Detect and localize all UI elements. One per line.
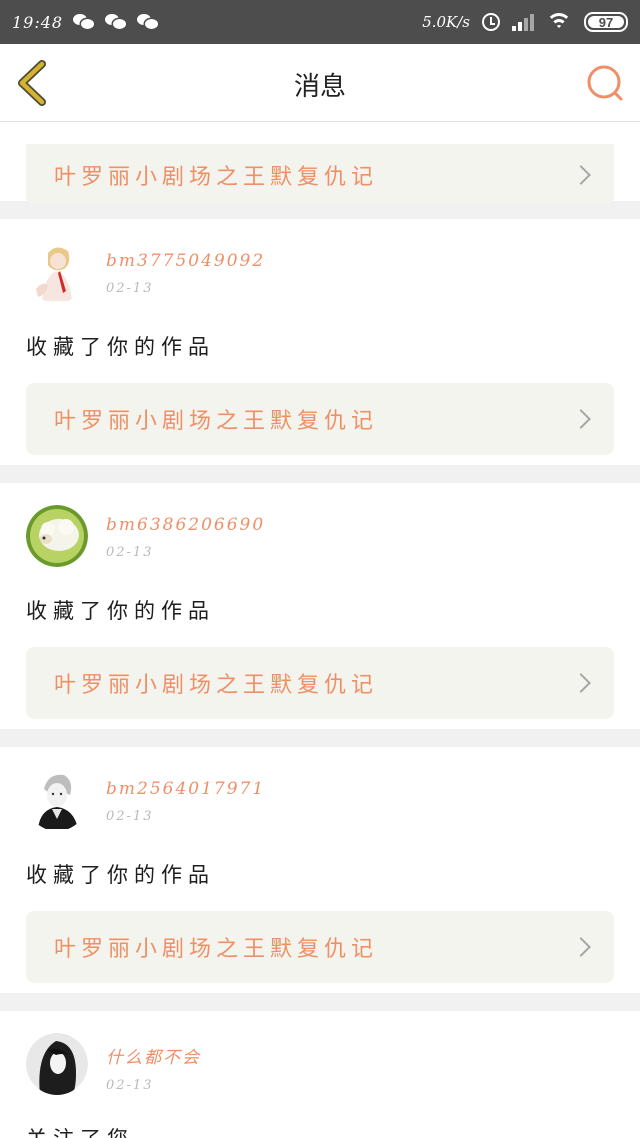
message-list: 叶罗丽小剧场之王默复仇记 bm3775049092 02-13 收藏了你的作品 — [0, 122, 640, 1138]
date: 02-13 — [106, 1078, 154, 1093]
status-right: 5.0K/s 97 — [422, 12, 628, 32]
work-title: 叶罗丽小剧场之王默复仇记 — [54, 164, 379, 190]
user-row: bm6386206690 02-13 — [26, 505, 614, 573]
signal-icon — [512, 13, 534, 31]
net-speed: 5.0K/s — [422, 13, 470, 31]
avatar[interactable] — [26, 505, 88, 567]
battery-level: 97 — [598, 14, 614, 30]
avatar[interactable] — [26, 241, 88, 303]
wifi-icon — [546, 13, 572, 31]
action-text: 收藏了你的作品 — [26, 863, 215, 887]
chevron-right-icon — [571, 673, 591, 693]
date: 02-13 — [106, 545, 154, 560]
work-title: 叶罗丽小剧场之王默复仇记 — [54, 673, 379, 698]
chevron-right-icon — [571, 409, 591, 429]
avatar[interactable] — [26, 1033, 88, 1095]
battery-icon: 97 — [584, 12, 628, 32]
header-bar: 消息 — [0, 44, 640, 122]
work-link[interactable]: 叶罗丽小剧场之王默复仇记 — [26, 911, 614, 983]
user-meta: bm3775049092 02-13 — [106, 241, 265, 296]
status-bar: 19:48 5.0K/s 97 — [0, 0, 640, 44]
chevron-right-icon — [571, 937, 591, 957]
user-meta: 什么都不会 02-13 — [106, 1033, 201, 1093]
action-text: 关注了您 — [26, 1123, 614, 1138]
alarm-icon — [482, 13, 500, 31]
search-icon — [587, 65, 623, 101]
work-link[interactable]: 叶罗丽小剧场之王默复仇记 — [26, 383, 614, 455]
user-row: 什么都不会 02-13 — [26, 1033, 614, 1101]
wechat-icon — [73, 13, 95, 31]
date: 02-13 — [106, 809, 154, 824]
message-card: bm2564017971 02-13 收藏了你的作品 叶罗丽小剧场之王默复仇记 — [0, 747, 640, 993]
action-text: 收藏了你的作品 — [26, 599, 215, 623]
search-button[interactable] — [586, 64, 624, 102]
work-link[interactable]: 叶罗丽小剧场之王默复仇记 — [26, 647, 614, 719]
user-meta: bm2564017971 02-13 — [106, 769, 265, 824]
avatar[interactable] — [26, 769, 88, 831]
username[interactable]: bm6386206690 — [106, 515, 265, 535]
wechat-icon — [105, 13, 127, 31]
date: 02-13 — [106, 281, 154, 296]
message-card: bm3775049092 02-13 收藏了你的作品 叶罗丽小剧场之王默复仇记 — [0, 219, 640, 465]
username[interactable]: 什么都不会 — [106, 1043, 201, 1068]
action-text: 收藏了你的作品 — [26, 335, 215, 359]
username[interactable]: bm3775049092 — [106, 251, 265, 271]
work-title: 叶罗丽小剧场之王默复仇记 — [54, 409, 379, 434]
user-row: bm3775049092 02-13 — [26, 241, 614, 309]
message-card: 什么都不会 02-13 关注了您 — [0, 1011, 640, 1138]
page-title: 消息 — [293, 72, 346, 102]
chevron-right-icon — [571, 164, 591, 185]
user-row: bm2564017971 02-13 — [26, 769, 614, 837]
work-title: 叶罗丽小剧场之王默复仇记 — [54, 937, 379, 962]
message-card: 叶罗丽小剧场之王默复仇记 — [0, 122, 640, 205]
username[interactable]: bm2564017971 — [106, 779, 265, 799]
user-meta: bm6386206690 02-13 — [106, 505, 265, 560]
wechat-icon — [137, 13, 159, 31]
work-link[interactable]: 叶罗丽小剧场之王默复仇记 — [26, 144, 614, 205]
status-time: 19:48 — [12, 12, 64, 32]
status-left: 19:48 — [12, 13, 422, 32]
message-card: bm6386206690 02-13 收藏了你的作品 叶罗丽小剧场之王默复仇记 — [0, 483, 640, 729]
